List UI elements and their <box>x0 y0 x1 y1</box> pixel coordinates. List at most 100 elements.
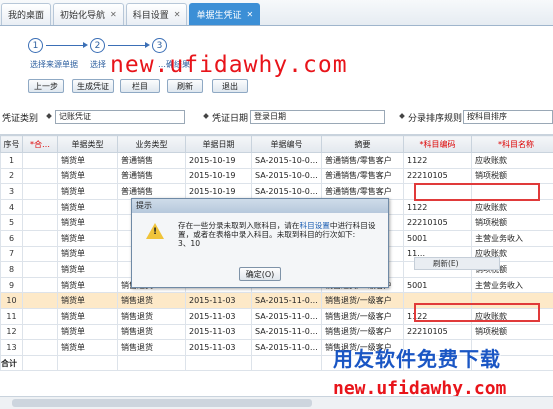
table-cell[interactable]: 5001 <box>403 229 472 247</box>
table-cell[interactable]: 1122 <box>403 152 472 169</box>
scrollbar-thumb[interactable] <box>12 399 312 407</box>
account-settings-link[interactable]: 科目设置 <box>300 221 330 230</box>
table-cell[interactable]: 销货单 <box>57 183 118 200</box>
table-cell[interactable] <box>22 261 58 278</box>
sort-rule-select[interactable]: 按科目排序 <box>463 110 553 124</box>
table-cell[interactable]: 销货单 <box>57 323 118 341</box>
table-cell[interactable]: 2015-11-03 <box>185 307 252 325</box>
column-header[interactable]: 序号 <box>0 135 23 153</box>
exit-button[interactable]: 退出 <box>212 79 248 93</box>
table-cell[interactable] <box>22 339 58 356</box>
prev-step-button[interactable]: 上一步 <box>28 79 64 93</box>
table-cell[interactable]: 10 <box>0 292 23 309</box>
table-cell[interactable]: 销货单 <box>57 152 118 169</box>
column-header[interactable]: 单据类型 <box>57 135 118 153</box>
table-cell[interactable]: 8 <box>0 261 23 278</box>
table-cell[interactable]: 普通销售 <box>117 183 186 200</box>
close-icon[interactable]: ✕ <box>246 10 253 19</box>
table-cell[interactable]: SA-2015-11-0… <box>251 292 322 309</box>
table-cell[interactable]: 22210105 <box>403 214 472 231</box>
table-cell[interactable] <box>22 167 58 185</box>
table-cell[interactable]: 销货单 <box>57 245 118 263</box>
table-row[interactable]: 2 销货单 普通销售 2015-10-19 SA-2015-10-0… 普通销售/零售客户… <box>0 167 553 185</box>
table-cell[interactable]: 销售退货/一级客户 <box>321 292 404 309</box>
columns-button[interactable]: 栏目 <box>120 79 160 93</box>
table-cell[interactable]: 销项税额 <box>471 323 553 341</box>
table-cell[interactable]: 销售退货/一级客户 <box>321 307 404 325</box>
table-cell[interactable]: 1122 <box>403 198 472 216</box>
table-cell[interactable]: SA-2015-11-0… <box>251 307 322 325</box>
table-cell[interactable]: SA-2015-11-0… <box>251 323 322 341</box>
table-cell[interactable]: 2015-11-03 <box>185 339 252 356</box>
table-cell[interactable]: 13 <box>0 339 23 356</box>
table-cell[interactable]: 普通销售 <box>117 152 186 169</box>
generate-voucher-button[interactable]: 生成凭证 <box>72 79 114 93</box>
table-cell[interactable]: 9 <box>0 276 23 294</box>
table-cell[interactable]: 销售退货 <box>117 292 186 309</box>
table-cell[interactable]: 销货单 <box>57 198 118 216</box>
table-cell[interactable]: 3 <box>0 183 23 200</box>
table-cell[interactable]: 销货单 <box>57 261 118 278</box>
table-cell[interactable]: 4 <box>0 198 23 216</box>
table-cell[interactable]: 5001 <box>403 276 472 294</box>
voucher-date-select[interactable]: 登录日期 <box>250 110 385 124</box>
table-cell[interactable]: 2015-10-19 <box>185 152 252 169</box>
voucher-type-select[interactable]: 记账凭证 <box>55 110 185 124</box>
table-cell[interactable]: SA-2015-10-0… <box>251 152 322 169</box>
table-cell[interactable]: 销货单 <box>57 229 118 247</box>
ok-button[interactable]: 确定(O) <box>239 267 281 281</box>
table-row[interactable]: 1 销货单 普通销售 2015-10-19 SA-2015-10-0… 普通销售/零售客户… <box>0 152 553 169</box>
table-cell[interactable] <box>22 307 58 325</box>
table-cell[interactable]: 销货单 <box>57 307 118 325</box>
table-cell[interactable]: 6 <box>0 229 23 247</box>
table-cell[interactable]: 普通销售/零售客户 <box>321 167 404 185</box>
table-cell[interactable]: 销货单 <box>57 292 118 309</box>
table-cell[interactable]: 2015-11-03 <box>185 292 252 309</box>
table-cell[interactable]: 2015-10-19 <box>185 183 252 200</box>
table-cell[interactable]: 11 <box>0 307 23 325</box>
table-cell[interactable]: 主营业务收入 <box>471 276 553 294</box>
table-cell[interactable] <box>22 183 58 200</box>
column-header[interactable]: 单据编号 <box>251 135 322 153</box>
table-cell[interactable]: 12 <box>0 323 23 341</box>
refresh-button[interactable]: 刷新 <box>167 79 203 93</box>
table-cell[interactable]: 普通销售/零售客户 <box>321 183 404 200</box>
table-cell[interactable]: SA-2015-10-0… <box>251 183 322 200</box>
table-cell[interactable]: 普通销售 <box>117 167 186 185</box>
table-cell[interactable] <box>22 214 58 231</box>
column-header[interactable]: 单据日期 <box>185 135 252 153</box>
table-cell[interactable]: 22210105 <box>403 167 472 185</box>
table-cell[interactable]: 2015-10-19 <box>185 167 252 185</box>
close-icon[interactable]: ✕ <box>110 10 117 19</box>
table-cell[interactable]: SA-2015-10-0… <box>251 167 322 185</box>
table-cell[interactable]: 应收账款 <box>471 198 553 216</box>
table-cell[interactable]: 1 <box>0 152 23 169</box>
table-cell[interactable]: 销货单 <box>57 167 118 185</box>
table-cell[interactable]: 2 <box>0 167 23 185</box>
column-header[interactable]: 业务类型 <box>117 135 186 153</box>
tab-init-nav[interactable]: 初始化导航 ✕ <box>53 3 124 25</box>
horizontal-scrollbar[interactable] <box>0 396 553 409</box>
table-cell[interactable]: 销货单 <box>57 214 118 231</box>
table-cell[interactable]: 销货单 <box>57 339 118 356</box>
column-header[interactable]: *合… <box>22 135 58 153</box>
table-cell[interactable]: 销售退货/一级客户 <box>321 323 404 341</box>
table-cell[interactable]: 销售退货 <box>117 323 186 341</box>
table-cell[interactable]: 7 <box>0 245 23 263</box>
column-header[interactable]: *科目编码 <box>403 135 472 153</box>
table-cell[interactable]: 普通销售/零售客户 <box>321 152 404 169</box>
table-cell[interactable]: SA-2015-11-0… <box>251 339 322 356</box>
context-menu-refresh[interactable]: 刷新(E) <box>414 257 500 270</box>
tab-my-desktop[interactable]: 我的桌面 <box>1 3 52 25</box>
table-cell[interactable] <box>22 245 58 263</box>
close-icon[interactable]: ✕ <box>174 10 181 19</box>
table-cell[interactable]: 销售退货 <box>117 339 186 356</box>
column-header[interactable]: *科目名称 <box>471 135 553 153</box>
table-cell[interactable]: 2015-11-03 <box>185 323 252 341</box>
table-cell[interactable]: 5 <box>0 214 23 231</box>
table-cell[interactable]: 销项税额 <box>471 167 553 185</box>
table-cell[interactable]: 销售退货 <box>117 307 186 325</box>
table-cell[interactable] <box>22 323 58 341</box>
table-cell[interactable] <box>22 152 58 169</box>
tab-account-settings[interactable]: 科目设置 ✕ <box>125 3 188 25</box>
